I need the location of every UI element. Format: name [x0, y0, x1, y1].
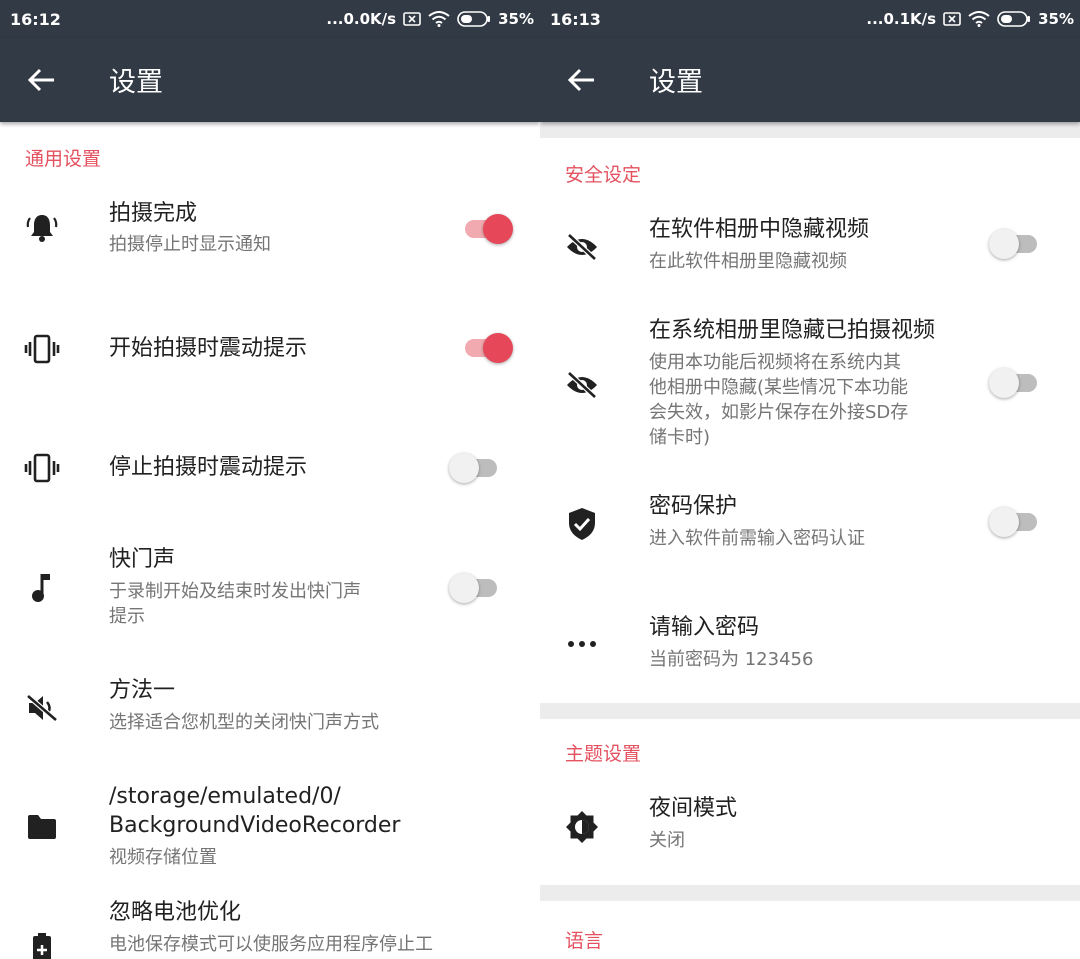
wifi-icon — [428, 11, 450, 27]
setting-summary-line4: 储卡时) — [649, 427, 711, 448]
setting-title: 在系统相册里隐藏已拍摄视频 — [649, 318, 936, 343]
sim-off-icon — [943, 12, 961, 26]
section-theme: 主题设置 夜间模式 关闭 — [540, 719, 1080, 885]
folder-icon — [22, 807, 62, 847]
brightness-icon — [562, 807, 602, 847]
toggle-switch-off[interactable] — [989, 229, 1041, 259]
status-bar: 16:13 ...0.1K/s 35% — [540, 0, 1080, 38]
vibrate-icon — [22, 329, 62, 369]
setting-summary-line2: 提示 — [109, 606, 145, 627]
battery-icon — [997, 11, 1031, 27]
setting-title: 请输入密码 — [649, 615, 760, 640]
page-title: 设置 — [649, 67, 703, 98]
setting-title: 夜间模式 — [649, 796, 738, 821]
app-bar: 设置 — [540, 38, 1080, 122]
setting-summary: 在此软件相册里隐藏视频 — [649, 251, 847, 272]
setting-summary: 拍摄停止时显示通知 — [109, 234, 271, 255]
setting-title: 在软件相册中隐藏视频 — [649, 217, 870, 242]
network-speed: ...0.1K/s — [866, 10, 937, 28]
setting-title: 方法一 — [109, 678, 176, 703]
setting-summary: 选择适合您机型的关闭快门声方式 — [109, 712, 379, 733]
setting-title: 快门声 — [109, 547, 176, 572]
setting-summary: 关闭 — [649, 830, 685, 851]
settings-list: 安全设定 在软件相册中隐藏视频 在此软件相册里隐藏视频 在系统相册里隐藏已拍摄视… — [540, 122, 1080, 959]
status-time: 16:12 — [10, 10, 61, 29]
setting-summary: 当前密码为 123456 — [649, 649, 814, 670]
volume-off-icon — [22, 688, 62, 728]
battery-percent: 35% — [498, 10, 534, 28]
section-security: 安全设定 在软件相册中隐藏视频 在此软件相册里隐藏视频 在系统相册里隐藏已拍摄视… — [540, 138, 1080, 703]
setting-title: 停止拍摄时震动提示 — [109, 455, 308, 480]
setting-title: /storage/emulated/0/ — [109, 784, 341, 809]
setting-summary: 进入软件前需输入密码认证 — [649, 528, 865, 549]
category-header-security: 安全设定 — [565, 164, 642, 186]
status-bar: 16:12 ...0.0K/s 35% — [0, 0, 540, 38]
setting-title-line2: BackgroundVideoRecorder — [109, 813, 401, 838]
screenshot-pair: 16:12 ...0.0K/s 35% 设置 通用设置 拍摄完成 拍摄停止时显示… — [0, 0, 1080, 959]
dots-icon — [562, 624, 602, 664]
status-time: 16:13 — [550, 10, 601, 29]
settings-list: 通用设置 拍摄完成 拍摄停止时显示通知 开始拍摄时震动提示 停止拍摄时震动提示 … — [0, 122, 540, 959]
toggle-switch-off[interactable] — [989, 507, 1041, 537]
setting-title: 开始拍摄时震动提示 — [109, 336, 308, 361]
music-note-icon — [22, 568, 62, 608]
toggle-switch-on[interactable] — [461, 214, 513, 244]
right-screen: 16:13 ...0.1K/s 35% 设置 安全设定 在软件相册中隐藏视频 在… — [540, 0, 1080, 959]
network-speed: ...0.0K/s — [326, 10, 397, 28]
setting-title: 拍摄完成 — [109, 201, 198, 226]
setting-summary: 视频存储位置 — [109, 847, 217, 868]
battery-percent: 35% — [1038, 10, 1074, 28]
category-header-general: 通用设置 — [25, 148, 102, 170]
battery-plus-icon — [22, 928, 62, 959]
setting-summary: 电池保存模式可以使服务应用程序停止工 — [109, 934, 433, 955]
setting-summary-line1: 使用本功能后视频将在系统内其 — [649, 352, 901, 373]
category-header-theme: 主题设置 — [565, 743, 642, 765]
toggle-switch-off[interactable] — [449, 573, 501, 603]
battery-icon — [457, 11, 491, 27]
eye-off-icon — [562, 365, 602, 405]
category-header-language: 语言 — [565, 930, 604, 952]
vibrate-icon — [22, 448, 62, 488]
toggle-switch-off[interactable] — [449, 453, 501, 483]
setting-summary: 于录制开始及结束时发出快门声 — [109, 581, 361, 602]
setting-title: 忽略电池优化 — [109, 900, 242, 925]
section-language: 语言 — [540, 901, 1080, 959]
toggle-switch-off[interactable] — [989, 368, 1041, 398]
wifi-icon — [968, 11, 990, 27]
shield-check-icon — [562, 504, 602, 544]
back-arrow-icon[interactable] — [566, 66, 598, 94]
setting-summary-line2: 他相册中隐藏(某些情况下本功能 — [649, 377, 909, 398]
app-bar: 设置 — [0, 38, 540, 122]
left-screen: 16:12 ...0.0K/s 35% 设置 通用设置 拍摄完成 拍摄停止时显示… — [0, 0, 540, 959]
setting-title: 密码保护 — [649, 494, 738, 519]
back-arrow-icon[interactable] — [26, 66, 58, 94]
eye-off-icon — [562, 227, 602, 267]
page-title: 设置 — [109, 67, 163, 98]
toggle-switch-on[interactable] — [461, 333, 513, 363]
setting-summary-line3: 会失效，如影片保存在外接SD存 — [649, 402, 909, 423]
sim-off-icon — [403, 12, 421, 26]
bell-ring-icon — [22, 208, 62, 248]
